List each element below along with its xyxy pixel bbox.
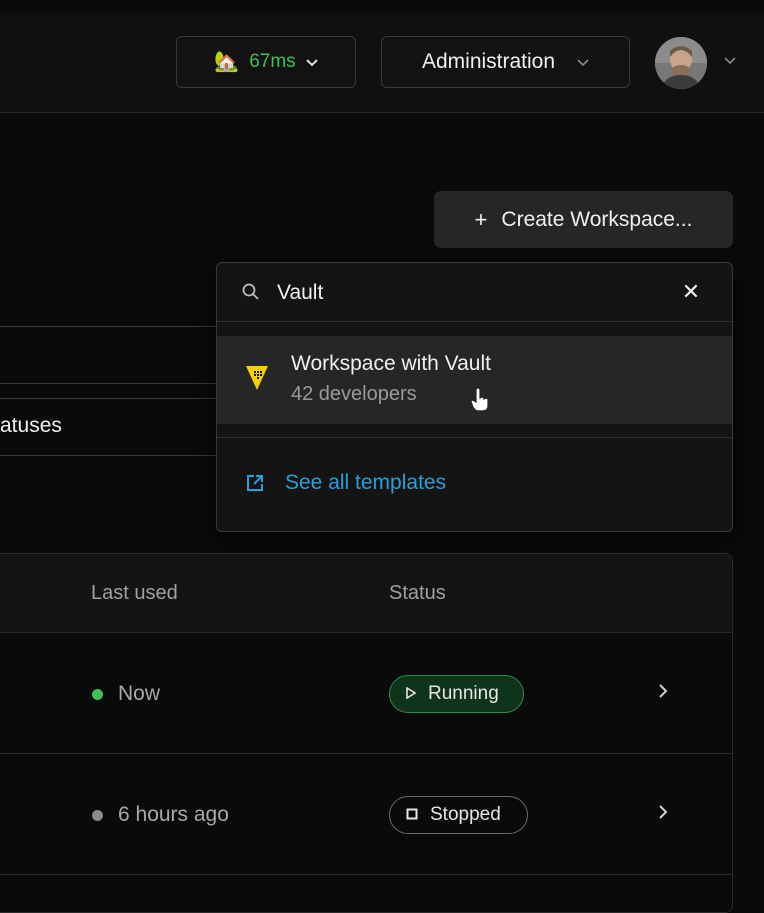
hand-pointer-cursor-icon: [470, 388, 489, 412]
column-header-status: Status: [389, 582, 446, 604]
status-label: Stopped: [430, 804, 501, 825]
latency-dropdown-button[interactable]: 🏡 67ms: [176, 36, 356, 88]
close-icon: ✕: [681, 279, 701, 304]
filter-divider: [0, 326, 232, 327]
workspaces-table: Last used Status Now Running 6 hours ago…: [0, 553, 733, 913]
stop-icon: [406, 804, 418, 826]
template-search-dropdown: ✕ Workspace with Vault 42 developers See…: [216, 262, 733, 532]
template-search-input[interactable]: [277, 276, 657, 310]
chevron-down-icon: [305, 54, 318, 70]
table-header: Last used Status: [0, 554, 732, 633]
search-icon: [242, 283, 259, 300]
filter-divider: [0, 383, 232, 384]
see-all-templates-link[interactable]: See all templates: [245, 471, 446, 495]
last-used-value: Now: [118, 682, 161, 705]
user-avatar[interactable]: [655, 37, 707, 89]
table-row[interactable]: 6 hours ago Stopped: [0, 755, 732, 875]
status-dot: [92, 810, 103, 821]
chevron-right-icon[interactable]: [658, 803, 668, 826]
column-header-last-used: Last used: [91, 582, 178, 604]
chevron-down-icon: [577, 54, 589, 70]
plus-icon: +: [474, 206, 488, 232]
last-used-value: 6 hours ago: [118, 803, 229, 826]
see-all-templates-label: See all templates: [285, 471, 447, 494]
administration-label: Administration: [421, 50, 556, 73]
vault-icon: [246, 366, 268, 390]
create-workspace-button[interactable]: + Create Workspace...: [434, 191, 733, 248]
filter-divider: [0, 398, 232, 399]
status-dot: [92, 689, 103, 700]
status-badge: Stopped: [389, 796, 528, 834]
template-item-workspace-with-vault[interactable]: Workspace with Vault 42 developers: [217, 336, 732, 424]
search-row: ✕: [217, 263, 732, 322]
clear-search-button[interactable]: ✕: [677, 278, 705, 306]
top-navbar: 🏡 67ms Administration: [0, 12, 764, 113]
statuses-filter-label[interactable]: atuses: [0, 414, 62, 438]
chevron-right-icon[interactable]: [658, 682, 668, 705]
table-row[interactable]: Now Running: [0, 634, 732, 754]
user-menu-chevron-icon[interactable]: [724, 52, 736, 68]
filter-divider: [0, 455, 232, 456]
external-link-icon: [247, 475, 263, 491]
create-workspace-label: Create Workspace...: [501, 207, 693, 231]
dropdown-divider: [217, 437, 732, 438]
administration-dropdown-button[interactable]: Administration: [381, 36, 630, 88]
status-badge: Running: [389, 675, 524, 713]
template-developer-count: 42 developers: [291, 383, 417, 405]
play-icon: [406, 683, 417, 705]
status-label: Running: [428, 683, 499, 704]
region-house-icon: 🏡: [214, 51, 240, 73]
latency-value: 67ms: [249, 51, 296, 72]
template-name: Workspace with Vault: [291, 352, 491, 375]
